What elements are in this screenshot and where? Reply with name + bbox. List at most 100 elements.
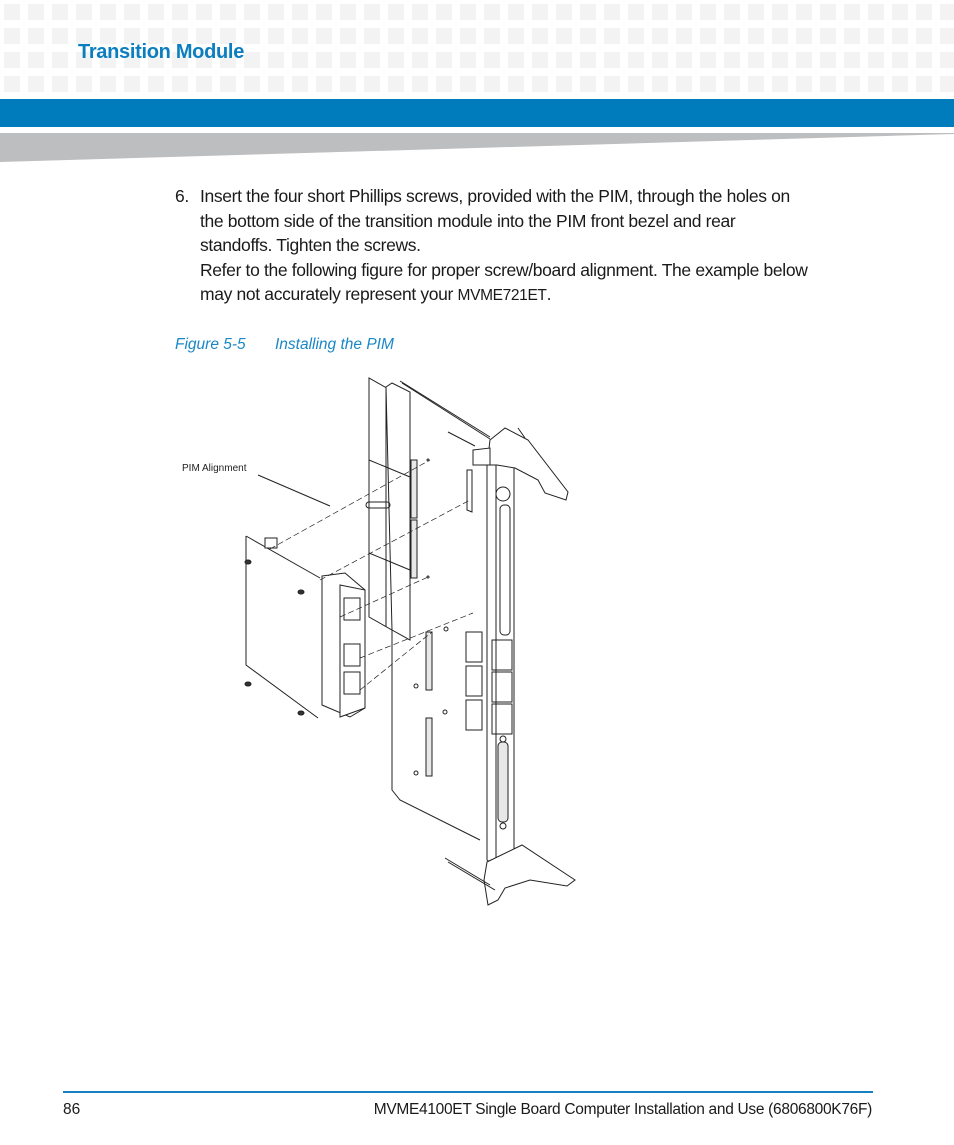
header-pattern-square bbox=[940, 4, 954, 20]
figure-caption: Figure 5-5 Installing the PIM bbox=[175, 336, 394, 354]
header-pattern-square bbox=[340, 76, 356, 92]
header-pattern-square bbox=[940, 28, 954, 44]
header-pattern-square bbox=[388, 4, 404, 20]
section-title: Transition Module bbox=[78, 41, 245, 63]
header-pattern-square bbox=[4, 4, 20, 20]
header-pattern-square bbox=[388, 76, 404, 92]
header-pattern-square bbox=[724, 52, 740, 68]
front-panel bbox=[444, 427, 576, 906]
header-pattern-square bbox=[340, 4, 356, 20]
header-pattern-square bbox=[820, 4, 836, 20]
header-pattern-square bbox=[604, 52, 620, 68]
header-pattern-square bbox=[868, 76, 884, 92]
header-pattern-square bbox=[76, 76, 92, 92]
figure-number: Figure 5-5 bbox=[175, 336, 246, 353]
header-pattern-square bbox=[4, 52, 20, 68]
header-pattern-square bbox=[820, 52, 836, 68]
header-pattern-square bbox=[940, 76, 954, 92]
header-pattern-square bbox=[316, 28, 332, 44]
header-pattern-square bbox=[292, 52, 308, 68]
header-pattern-square bbox=[868, 52, 884, 68]
header-pattern-square bbox=[172, 4, 188, 20]
header-pattern-square bbox=[244, 28, 260, 44]
header-pattern-square bbox=[172, 76, 188, 92]
header-pattern-square bbox=[748, 52, 764, 68]
header-pattern-square bbox=[748, 76, 764, 92]
header-pattern-square bbox=[772, 28, 788, 44]
header-pattern-square bbox=[892, 4, 908, 20]
header-pattern-square bbox=[676, 4, 692, 20]
header-pattern-square bbox=[820, 28, 836, 44]
header-pattern-square bbox=[244, 4, 260, 20]
header-pattern-square bbox=[532, 76, 548, 92]
header-pattern-square bbox=[220, 76, 236, 92]
header-pattern-square bbox=[748, 28, 764, 44]
header-pattern-square bbox=[796, 4, 812, 20]
instruction-step: 6. Insert the four short Phillips screws… bbox=[175, 184, 885, 309]
model-name: MVME721ET bbox=[457, 287, 547, 305]
header-pattern-square bbox=[52, 52, 68, 68]
header-pattern-square bbox=[844, 4, 860, 20]
header-pattern-square bbox=[508, 76, 524, 92]
header-pattern-square bbox=[580, 28, 596, 44]
header-pattern-square bbox=[772, 4, 788, 20]
header-pattern-square bbox=[388, 28, 404, 44]
header-pattern-square bbox=[604, 76, 620, 92]
header-pattern-square bbox=[796, 76, 812, 92]
header-pattern-square bbox=[844, 52, 860, 68]
header-pattern-square bbox=[484, 4, 500, 20]
header-pattern-square bbox=[676, 28, 692, 44]
step-body: Insert the four short Phillips screws, p… bbox=[200, 184, 885, 309]
header-pattern-square bbox=[916, 76, 932, 92]
header-pattern-square bbox=[436, 4, 452, 20]
step-number: 6. bbox=[175, 186, 189, 206]
header-pattern-square bbox=[28, 52, 44, 68]
callout-leader bbox=[257, 474, 331, 507]
header-pattern-square bbox=[508, 4, 524, 20]
header-pattern-square bbox=[724, 28, 740, 44]
header-pattern-square bbox=[484, 52, 500, 68]
header-pattern-square bbox=[556, 4, 572, 20]
header-pattern-square bbox=[268, 52, 284, 68]
header-pattern-square bbox=[916, 28, 932, 44]
header-pattern-square bbox=[460, 52, 476, 68]
header-pattern-square bbox=[340, 52, 356, 68]
header-pattern-square bbox=[604, 4, 620, 20]
header-pattern-square bbox=[844, 28, 860, 44]
header-pattern-square bbox=[748, 4, 764, 20]
header-pattern-square bbox=[940, 52, 954, 68]
footer-rule bbox=[63, 1091, 873, 1093]
header-pattern-square bbox=[388, 52, 404, 68]
transition-module-board bbox=[365, 377, 491, 841]
header-pattern-square bbox=[268, 4, 284, 20]
header-pattern-square bbox=[700, 76, 716, 92]
header-pattern-square bbox=[532, 52, 548, 68]
header-pattern-square bbox=[316, 76, 332, 92]
pim-card bbox=[245, 535, 366, 719]
header-pattern-square bbox=[868, 28, 884, 44]
header-pattern-square bbox=[460, 76, 476, 92]
header-pattern-square bbox=[484, 76, 500, 92]
header-pattern-square bbox=[124, 4, 140, 20]
header-pattern-square bbox=[772, 76, 788, 92]
screws bbox=[244, 559, 305, 716]
header-pattern-square bbox=[292, 4, 308, 20]
header-pattern-square bbox=[412, 28, 428, 44]
header-pattern-square bbox=[196, 76, 212, 92]
step-line: Insert the four short Phillips screws, p… bbox=[200, 186, 790, 206]
header-grey-wedge bbox=[0, 133, 954, 162]
header-pattern-square bbox=[148, 4, 164, 20]
header-pattern-square bbox=[508, 52, 524, 68]
header-pattern-square bbox=[460, 4, 476, 20]
header-pattern-square bbox=[796, 52, 812, 68]
header-pattern-square bbox=[412, 52, 428, 68]
header-pattern-square bbox=[364, 4, 380, 20]
header-pattern-square bbox=[412, 76, 428, 92]
step-line-last: may not accurately represent your MVME72… bbox=[200, 282, 885, 309]
header-pattern-square bbox=[580, 76, 596, 92]
header-pattern-square bbox=[556, 76, 572, 92]
header-pattern-square bbox=[436, 52, 452, 68]
header-pattern-square bbox=[100, 76, 116, 92]
header-blue-band bbox=[0, 99, 954, 127]
header-pattern-square bbox=[52, 76, 68, 92]
